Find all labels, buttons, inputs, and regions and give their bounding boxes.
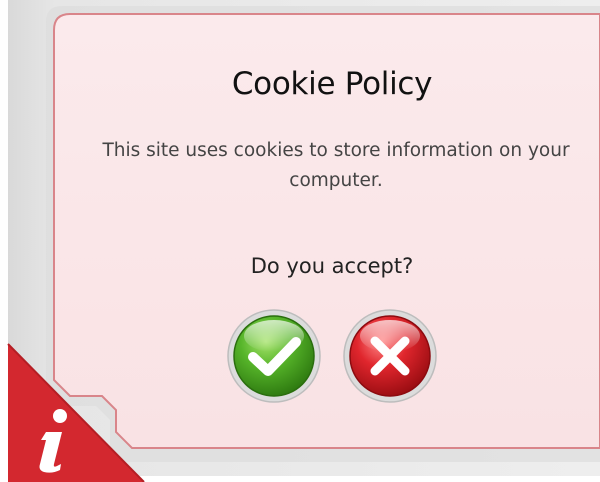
accept-button[interactable] [226, 308, 322, 404]
cookie-message: This site uses cookies to store informat… [102, 140, 570, 191]
checkmark-icon [227, 309, 321, 403]
cookie-policy-screen: Cookie Policy This site uses cookies to … [0, 0, 600, 482]
x-close-icon [343, 309, 437, 403]
info-icon [39, 409, 67, 473]
decline-button[interactable] [342, 308, 438, 404]
dialog-title: Cookie Policy [231, 66, 433, 102]
accept-question: Do you accept? [250, 254, 414, 278]
